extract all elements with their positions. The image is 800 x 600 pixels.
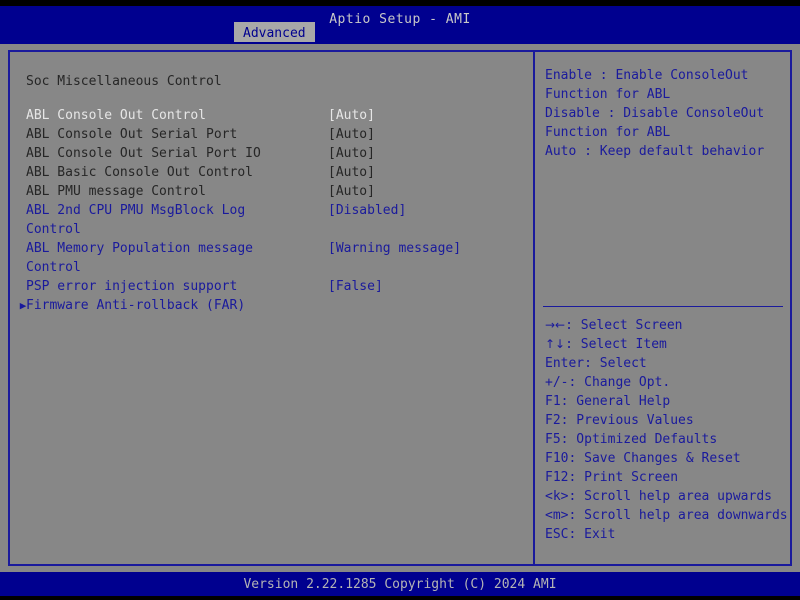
settings-row-label: ABL Memory Population message [26,241,253,256]
settings-pane: Soc Miscellaneous Control ABL Console Ou… [12,54,533,566]
version-text: Version 2.22.1285 Copyright (C) 2024 AMI [243,577,557,592]
settings-row-label: PSP error injection support [26,279,238,294]
key-legend-line: Enter: Select [545,354,789,373]
settings-row[interactable]: ABL Memory Population message [Warning me… [12,239,533,258]
help-separator [543,306,783,307]
settings-row-value[interactable]: [Auto] [328,106,375,125]
key-legend-line: F10: Save Changes & Reset [545,449,789,468]
key-legend-line: ESC: Exit [545,525,789,544]
settings-row[interactable]: ABL 2nd CPU PMU MsgBlock Log [Disabled] [12,201,533,220]
settings-row[interactable]: ABL Console Out Control [Auto] [12,106,533,125]
settings-row-value[interactable]: [False] [328,277,383,296]
settings-row-label: ABL PMU message Control [26,184,207,199]
key-legend-line: <k>: Scroll help area upwards [545,487,789,506]
menu-tab-strip: Advanced [0,22,800,44]
settings-row[interactable]: ABL Console Out Serial Port IO [Auto] [12,144,533,163]
key-legend-line: F12: Print Screen [545,468,789,487]
help-line: Auto : Keep default behavior [545,144,765,159]
key-legend-text: F2: Previous Values [545,413,694,428]
settings-row-label: ABL Console Out Serial Port IO [26,146,261,161]
help-line: Enable : Enable ConsoleOut [545,68,749,83]
key-legend-text: <m>: Scroll help area downwards [545,508,788,523]
key-legend-text: F10: Save Changes & Reset [545,451,741,466]
settings-row-label: Control [26,222,81,237]
settings-row-label: ABL Console Out Serial Port [26,127,238,142]
settings-row-label: ABL 2nd CPU PMU MsgBlock Log [26,203,246,218]
section-heading: Soc Miscellaneous Control [26,74,222,89]
settings-list: ABL Console Out Control [Auto] ABL Console… [12,106,533,315]
arrow-key-icon: ↑↓ [545,337,566,351]
key-legend-text: F1: General Help [545,394,671,409]
arrow-key-icon: →← [545,318,566,332]
key-legend-line: <m>: Scroll help area downwards [545,506,789,525]
help-line: Disable : Disable ConsoleOut [545,106,765,121]
settings-row-value[interactable]: [Auto] [328,182,375,201]
help-line: Function for ABL [545,87,671,102]
key-legend-text: F12: Print Screen [545,470,679,485]
key-legend-text: F5: Optimized Defaults [545,432,718,447]
settings-row-value[interactable]: [Auto] [328,163,375,182]
key-legend-text: : Select Item [565,337,667,352]
settings-row-label: ABL Console Out Control [26,108,207,123]
content-area: Soc Miscellaneous Control ABL Console Ou… [0,44,800,572]
settings-row-value[interactable]: [Disabled] [328,201,406,220]
key-legend-line: F5: Optimized Defaults [545,430,789,449]
tab-advanced[interactable]: Advanced [234,22,315,42]
key-legend-line: F1: General Help [545,392,789,411]
settings-row[interactable]: PSP error injection support [False] [12,277,533,296]
content-frame: Soc Miscellaneous Control ABL Console Ou… [8,50,792,566]
settings-row[interactable]: ABL Console Out Serial Port [Auto] [12,125,533,144]
key-legend-text: <k>: Scroll help area upwards [545,489,772,504]
status-bar: Version 2.22.1285 Copyright (C) 2024 AMI [0,572,800,596]
settings-row[interactable]: Control [12,220,533,239]
settings-row-label: Firmware Anti-rollback (FAR) [26,298,246,313]
settings-row-value[interactable]: [Auto] [328,144,375,163]
key-legend-text: ESC: Exit [545,527,616,542]
settings-row[interactable]: ABL PMU message Control [Auto] [12,182,533,201]
settings-row-value[interactable]: [Warning message] [328,239,461,258]
key-legend: →←: Select Screen ↑↓: Select Item Enter: S… [545,316,789,544]
key-legend-line: F2: Previous Values [545,411,789,430]
key-legend-line: +/-: Change Opt. [545,373,789,392]
help-pane: Enable : Enable ConsoleOut Function for A… [535,54,790,566]
bios-setup-screen: Aptio Setup - AMI Advanced Soc Miscellan… [0,0,800,600]
key-legend-text: : Select Screen [565,318,683,333]
key-legend-text: Enter: Select [545,356,647,371]
key-legend-line: →←: Select Screen [545,316,789,335]
help-line: Function for ABL [545,125,671,140]
settings-row[interactable]: ABL Basic Console Out Control [Auto] [12,163,533,182]
settings-row-value[interactable]: [Auto] [328,125,375,144]
settings-row-label: Control [26,260,81,275]
key-legend-line: ↑↓: Select Item [545,335,789,354]
settings-row[interactable]: ▶ Firmware Anti-rollback (FAR) [12,296,533,315]
key-legend-text: +/-: Change Opt. [545,375,671,390]
settings-row[interactable]: Control [12,258,533,277]
settings-row-label: ABL Basic Console Out Control [26,165,253,180]
help-description: Enable : Enable ConsoleOut Function for A… [545,66,785,161]
